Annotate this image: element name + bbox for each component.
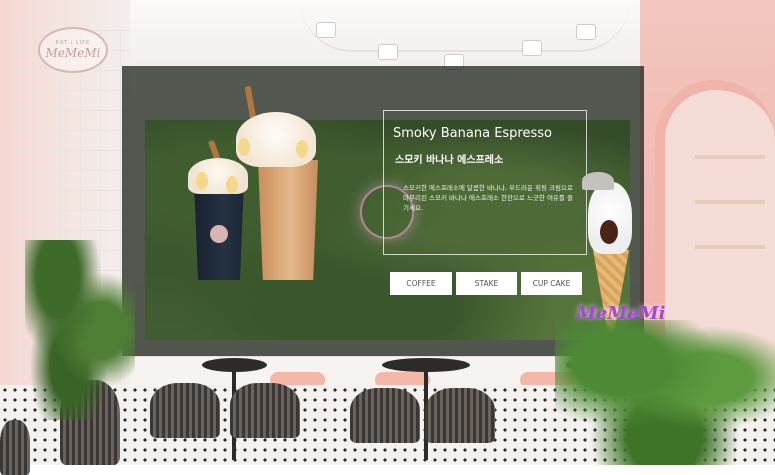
cup-logo-icon bbox=[210, 225, 228, 243]
iced-latte-drink-image bbox=[258, 160, 318, 280]
spotlight-icon bbox=[522, 40, 542, 56]
rattan-chair bbox=[230, 383, 300, 438]
product-title: Smoky Banana Espresso bbox=[393, 126, 552, 141]
spotlight-icon bbox=[576, 24, 596, 40]
product-description: 스모키한 에스프레소에 달콤한 바나나, 부드러운 휘핑 크림으로 마무리된 스… bbox=[403, 184, 573, 212]
rattan-chair bbox=[425, 388, 495, 443]
coffee-button[interactable]: COFFEE bbox=[390, 272, 452, 295]
cupcake-button[interactable]: CUP CAKE bbox=[521, 272, 582, 295]
rattan-chair bbox=[350, 388, 420, 443]
banana-slice bbox=[226, 176, 238, 194]
cap-decoration bbox=[582, 172, 614, 190]
rattan-chair bbox=[150, 383, 220, 438]
brand-logo[interactable]: EAT / LIFE MeMeMi bbox=[38, 27, 108, 73]
potted-plant bbox=[25, 240, 135, 420]
rattan-chair bbox=[0, 420, 30, 475]
logo-name: MeMeMi bbox=[45, 46, 101, 60]
chocolate-topping bbox=[600, 220, 618, 244]
display-shelf bbox=[695, 155, 765, 159]
display-shelf bbox=[695, 200, 765, 204]
banana-slice bbox=[238, 138, 250, 156]
product-title-korean: 스모키 바나나 에스프레소 bbox=[395, 155, 504, 166]
banana-slice bbox=[196, 172, 208, 190]
spotlight-icon bbox=[378, 44, 398, 60]
spotlight-icon bbox=[316, 22, 336, 38]
banana-slice bbox=[296, 140, 308, 158]
stake-button[interactable]: STAKE bbox=[456, 272, 517, 295]
display-shelf bbox=[695, 245, 765, 249]
potted-plant bbox=[555, 320, 775, 465]
